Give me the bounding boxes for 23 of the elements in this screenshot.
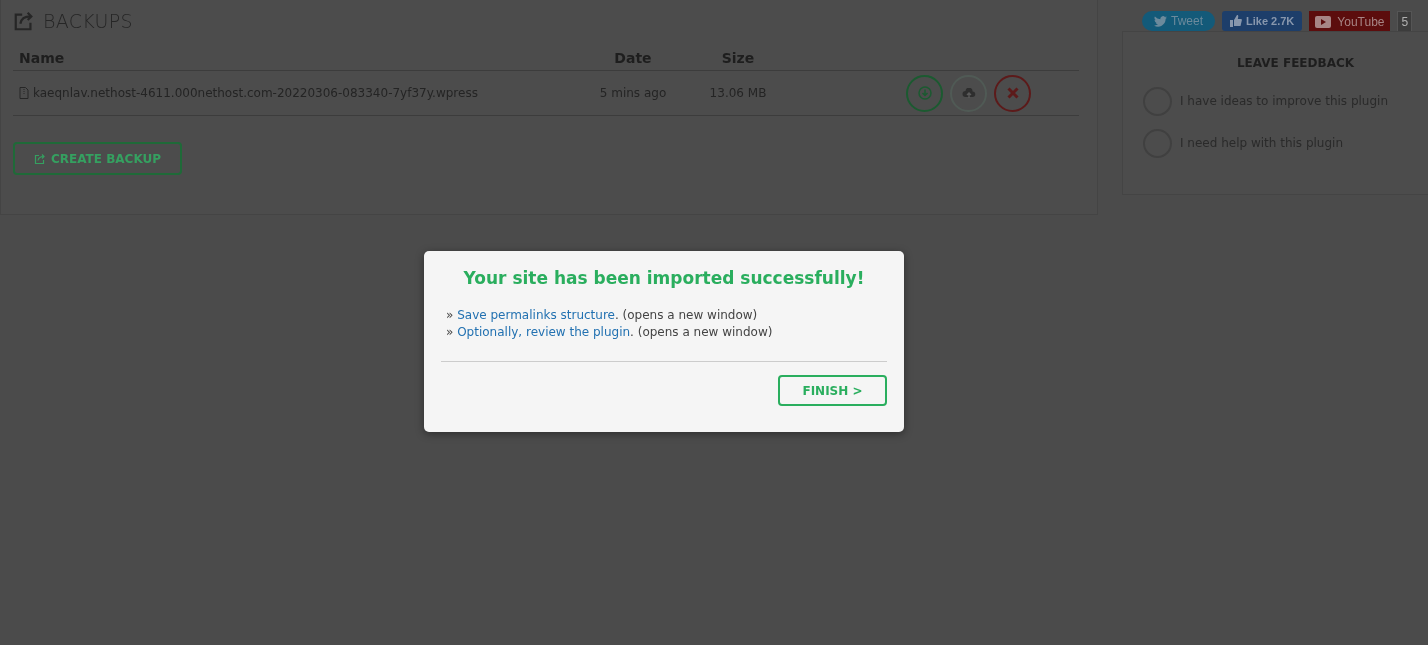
youtube-button[interactable]: YouTube [1309, 11, 1391, 33]
link-line: » Save permalinks structure. (opens a new window) [446, 308, 759, 322]
dialog-title: Your site has been imported successfully! [462, 268, 866, 288]
play-icon [1315, 16, 1332, 28]
restore-button[interactable] [950, 74, 987, 112]
share-icon [34, 152, 46, 165]
cloud-upload-icon [961, 87, 976, 99]
download-button[interactable] [906, 74, 943, 112]
subscriber-count: 5 [1397, 11, 1413, 33]
create-backup-button[interactable]: CREATE BACKUP [13, 142, 182, 175]
thumbs-up-icon [1230, 15, 1242, 27]
download-icon [917, 86, 932, 100]
bird-icon [1154, 15, 1167, 27]
close-icon [1006, 87, 1019, 99]
file-icon [19, 87, 29, 99]
share-icon [13, 10, 35, 32]
like-button[interactable]: Like 2.7K [1222, 11, 1303, 31]
delete-button[interactable] [994, 74, 1031, 112]
link[interactable]: Optionally, review the plugin [457, 325, 631, 339]
link[interactable]: Save permalinks structure [457, 308, 615, 322]
link-line: » Optionally, review the plugin. (opens a new window) [446, 325, 774, 339]
finish-button[interactable]: FINISH > [778, 375, 887, 406]
tweet-button[interactable]: Tweet [1142, 11, 1215, 31]
